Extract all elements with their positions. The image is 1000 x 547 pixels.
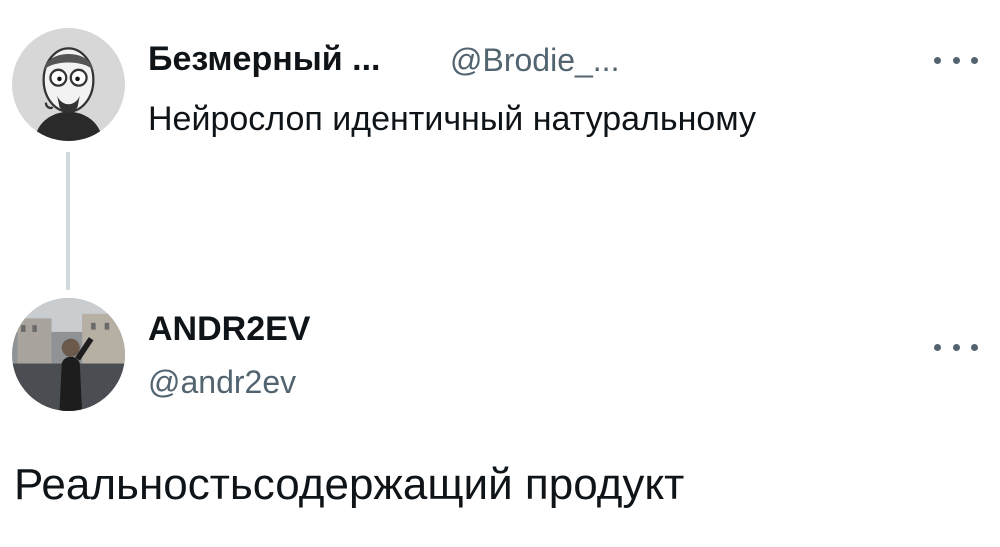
more-dot (971, 343, 978, 351)
more-horizontal-icon (934, 56, 941, 64)
avatar-photo-image (12, 298, 125, 411)
tweet-text: Нейрослоп идентичный натуральному (148, 100, 757, 138)
more-dot (952, 56, 960, 64)
thread-connector-line (66, 152, 70, 290)
avatar[interactable] (12, 298, 125, 411)
more-dot (971, 56, 978, 64)
user-handle[interactable]: @andr2ev (148, 364, 296, 401)
avatar-cartoon-image (12, 28, 125, 141)
user-handle[interactable]: @Brodie_... (450, 42, 619, 79)
more-options-button[interactable] (934, 48, 978, 72)
more-dot (952, 343, 960, 351)
display-name[interactable]: ANDR2EV (148, 310, 310, 349)
avatar[interactable] (12, 28, 125, 141)
more-horizontal-icon (934, 343, 941, 351)
tweet-text: Реальностьсодержащий продукт (14, 460, 685, 509)
display-name[interactable]: Безмерный ... (148, 40, 381, 79)
more-options-button[interactable] (934, 335, 978, 359)
